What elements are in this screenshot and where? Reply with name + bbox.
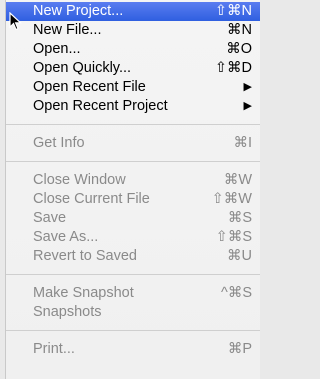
menu-item-print[interactable]: Print... ⌘P: [6, 340, 260, 359]
menu-separator: [6, 124, 260, 125]
menu-item-label: Snapshots: [33, 304, 102, 320]
menu-item-label: Revert to Saved: [33, 248, 137, 264]
menu-item-label: Print...: [33, 341, 75, 357]
menu-item-make-snapshot[interactable]: Make Snapshot ^⌘S: [6, 284, 260, 303]
menu-item-label: Save: [33, 210, 67, 226]
shortcut-label: ⌘O: [226, 41, 252, 57]
menu-item-open-recent-file[interactable]: Open Recent File ▶: [6, 78, 260, 97]
submenu-arrow-icon: ▶: [243, 81, 252, 93]
menu-item-close-current-file[interactable]: Close Current File ⇧⌘W: [6, 190, 260, 209]
mouse-pointer-icon: [9, 12, 23, 31]
shortcut-label: ⌘P: [227, 341, 252, 357]
menu-item-label: Open Recent File: [33, 79, 146, 95]
menu-item-new-file[interactable]: New File... ⌘N: [6, 21, 260, 40]
menu-separator: [6, 161, 260, 162]
menu-item-label: Close Window: [33, 172, 126, 188]
menu-item-save-as[interactable]: Save As... ⇧⌘S: [6, 228, 260, 247]
shortcut-label: ⇧⌘D: [214, 60, 252, 76]
menu-item-snapshots[interactable]: Snapshots: [6, 303, 260, 322]
menu-item-open-quickly[interactable]: Open Quickly... ⇧⌘D: [6, 59, 260, 78]
shortcut-label: ⇧⌘S: [215, 229, 252, 245]
shortcut-label: ⌘S: [227, 210, 252, 226]
menu-separator: [6, 330, 260, 331]
menu-item-label: New Project...: [33, 3, 124, 19]
file-menu: New Project... ⇧⌘N New File... ⌘N Open..…: [5, 0, 260, 379]
shortcut-label: ⌘W: [223, 172, 252, 188]
menu-item-open-recent-project[interactable]: Open Recent Project ▶: [6, 97, 260, 116]
shortcut-label: ⌘I: [233, 135, 252, 151]
shortcut-label: ⌘U: [227, 248, 252, 264]
shortcut-label: ⇧⌘N: [214, 3, 252, 19]
menu-item-close-window[interactable]: Close Window ⌘W: [6, 171, 260, 190]
menu-item-label: Open...: [33, 41, 81, 57]
menu-item-revert-to-saved[interactable]: Revert to Saved ⌘U: [6, 247, 260, 266]
menu-item-label: Open Recent Project: [33, 98, 168, 114]
menu-separator: [6, 274, 260, 275]
submenu-arrow-icon: ▶: [243, 100, 252, 112]
menu-item-get-info[interactable]: Get Info ⌘I: [6, 134, 260, 153]
shortcut-label: ^⌘S: [221, 285, 252, 301]
shortcut-label: ⇧⌘W: [211, 191, 252, 207]
menu-item-label: Close Current File: [33, 191, 150, 207]
menu-item-save[interactable]: Save ⌘S: [6, 209, 260, 228]
menu-item-new-project[interactable]: New Project... ⇧⌘N: [6, 2, 260, 21]
menu-item-label: Make Snapshot: [33, 285, 134, 301]
menu-item-label: Open Quickly...: [33, 60, 132, 76]
shortcut-label: ⌘N: [227, 22, 252, 38]
menu-item-label: Get Info: [33, 135, 85, 151]
menu-item-open[interactable]: Open... ⌘O: [6, 40, 260, 59]
menu-item-label: Save As...: [33, 229, 99, 245]
menu-item-label: New File...: [33, 22, 102, 38]
